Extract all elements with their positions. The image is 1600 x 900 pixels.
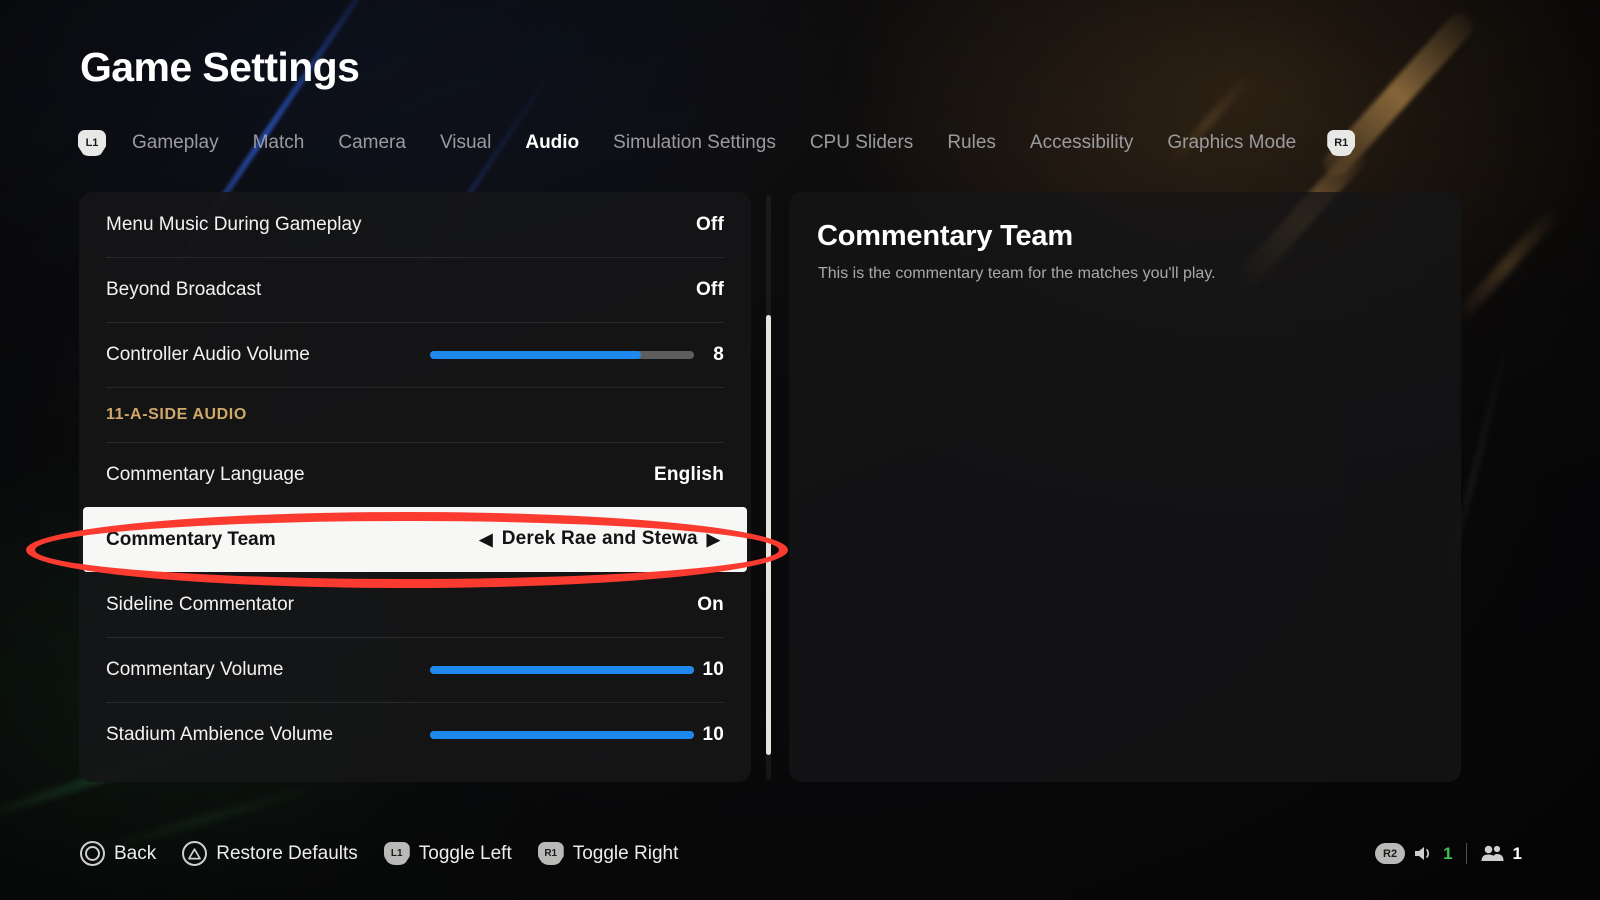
detail-description: This is the commentary team for the matc…: [818, 265, 1216, 282]
section-header-11-a-side-audio: 11-A-SIDE AUDIO: [79, 387, 751, 442]
tab-gameplay[interactable]: Gameplay: [115, 126, 236, 160]
setting-value: 8: [713, 343, 724, 365]
detail-panel: Commentary Team This is the commentary t…: [789, 192, 1461, 782]
slider-fill: [430, 730, 694, 739]
hint-label: Toggle Left: [418, 842, 512, 864]
setting-row-controller-audio-volume[interactable]: Controller Audio Volume 8: [79, 322, 751, 387]
setting-label: Commentary Volume: [106, 658, 284, 680]
l1-bumper-icon: L1: [383, 842, 410, 865]
slider-fill: [430, 665, 694, 674]
setting-label: Sideline Commentator: [106, 593, 294, 615]
hint-label: Restore Defaults: [216, 842, 358, 864]
section-label: 11-A-SIDE AUDIO: [106, 405, 247, 423]
r2-bumper-icon[interactable]: R2: [1375, 843, 1406, 864]
slider-stadium-ambience-volume[interactable]: [430, 730, 694, 739]
setting-value: Off: [695, 213, 724, 235]
hint-label: Toggle Right: [572, 842, 679, 864]
setting-row-commentary-language[interactable]: Commentary Language English: [79, 442, 751, 507]
hint-toggle-left[interactable]: L1 Toggle Left: [383, 842, 512, 865]
setting-value: Derek Rae and Stewa: [501, 528, 698, 550]
setting-label: Beyond Broadcast: [106, 278, 262, 300]
setting-value: 10: [702, 658, 724, 680]
hint-toggle-right[interactable]: R1 Toggle Right: [537, 842, 679, 865]
setting-label: Controller Audio Volume: [106, 343, 310, 365]
arrow-left-icon[interactable]: ◀: [479, 530, 492, 550]
tab-audio[interactable]: Audio: [508, 126, 596, 160]
tab-cpu-sliders[interactable]: CPU Sliders: [793, 126, 930, 160]
setting-value: 10: [702, 723, 724, 745]
tab-camera[interactable]: Camera: [321, 126, 423, 160]
setting-row-commentary-team[interactable]: Commentary Team ◀ Derek Rae and Stewa ▶: [83, 507, 747, 572]
r1-bumper-icon: R1: [537, 842, 564, 865]
setting-row-commentary-volume[interactable]: Commentary Volume 10: [79, 637, 751, 702]
setting-row-sideline-commentator[interactable]: Sideline Commentator On: [79, 572, 751, 637]
tab-bar: L1 Gameplay Match Camera Visual Audio Simulat…: [78, 126, 1356, 160]
setting-value: On: [697, 593, 724, 615]
tab-match[interactable]: Match: [236, 126, 322, 160]
slider-commentary-volume[interactable]: [430, 665, 694, 674]
setting-value: English: [653, 463, 724, 485]
setting-value-selector: ◀ Derek Rae and Stewa ▶: [479, 528, 720, 550]
tab-visual[interactable]: Visual: [423, 126, 508, 160]
triangle-button-icon: [182, 841, 208, 866]
setting-row-beyond-broadcast[interactable]: Beyond Broadcast Off: [79, 257, 751, 322]
slider-track: [430, 730, 694, 739]
slider-fill: [430, 350, 642, 359]
hint-label: Back: [114, 842, 157, 864]
bottom-action-bar: Back Restore Defaults L1 Toggle Left R1 Toggl…: [80, 841, 678, 866]
detail-title: Commentary Team: [817, 220, 1073, 252]
settings-screen: Game Settings L1 Gameplay Match Camera Visu…: [0, 0, 1600, 900]
arrow-right-icon[interactable]: ▶: [707, 530, 720, 550]
tab-rules[interactable]: Rules: [930, 126, 1013, 160]
setting-label: Commentary Language: [106, 463, 305, 485]
slider-track: [430, 665, 694, 674]
hint-back[interactable]: Back: [80, 841, 156, 866]
setting-label: Commentary Team: [106, 528, 276, 550]
setting-label: Menu Music During Gameplay: [106, 213, 362, 235]
scrollbar-track[interactable]: [766, 195, 771, 780]
r1-bumper-icon[interactable]: R1: [1327, 130, 1356, 156]
settings-rows: Menu Music During Gameplay Off Beyond Broa…: [79, 192, 751, 767]
hint-restore-defaults[interactable]: Restore Defaults: [182, 841, 358, 866]
setting-label: Stadium Ambience Volume: [106, 723, 334, 745]
tab-simulation-settings[interactable]: Simulation Settings: [596, 126, 793, 160]
l1-bumper-icon[interactable]: L1: [78, 130, 106, 156]
page-title: Game Settings: [80, 44, 360, 90]
slider-controller-audio-volume[interactable]: [430, 350, 694, 359]
speaker-icon: [1413, 844, 1435, 863]
setting-row-stadium-ambience-volume[interactable]: Stadium Ambience Volume 10: [79, 702, 751, 767]
slider-track: [430, 350, 694, 359]
tab-graphics-mode[interactable]: Graphics Mode: [1150, 126, 1313, 160]
scrollbar-thumb[interactable]: [766, 315, 771, 755]
tab-accessibility[interactable]: Accessibility: [1013, 126, 1150, 160]
status-divider: [1465, 843, 1467, 864]
players-icon: [1480, 844, 1505, 863]
settings-list-panel: Menu Music During Gameplay Off Beyond Broa…: [79, 192, 751, 782]
volume-count: 1: [1443, 843, 1453, 863]
setting-row-menu-music-during-gameplay[interactable]: Menu Music During Gameplay Off: [79, 192, 751, 257]
setting-value: Off: [695, 278, 724, 300]
status-indicators: R2 1 1: [1375, 843, 1522, 864]
circle-button-icon: [80, 841, 105, 866]
players-count: 1: [1512, 843, 1522, 863]
